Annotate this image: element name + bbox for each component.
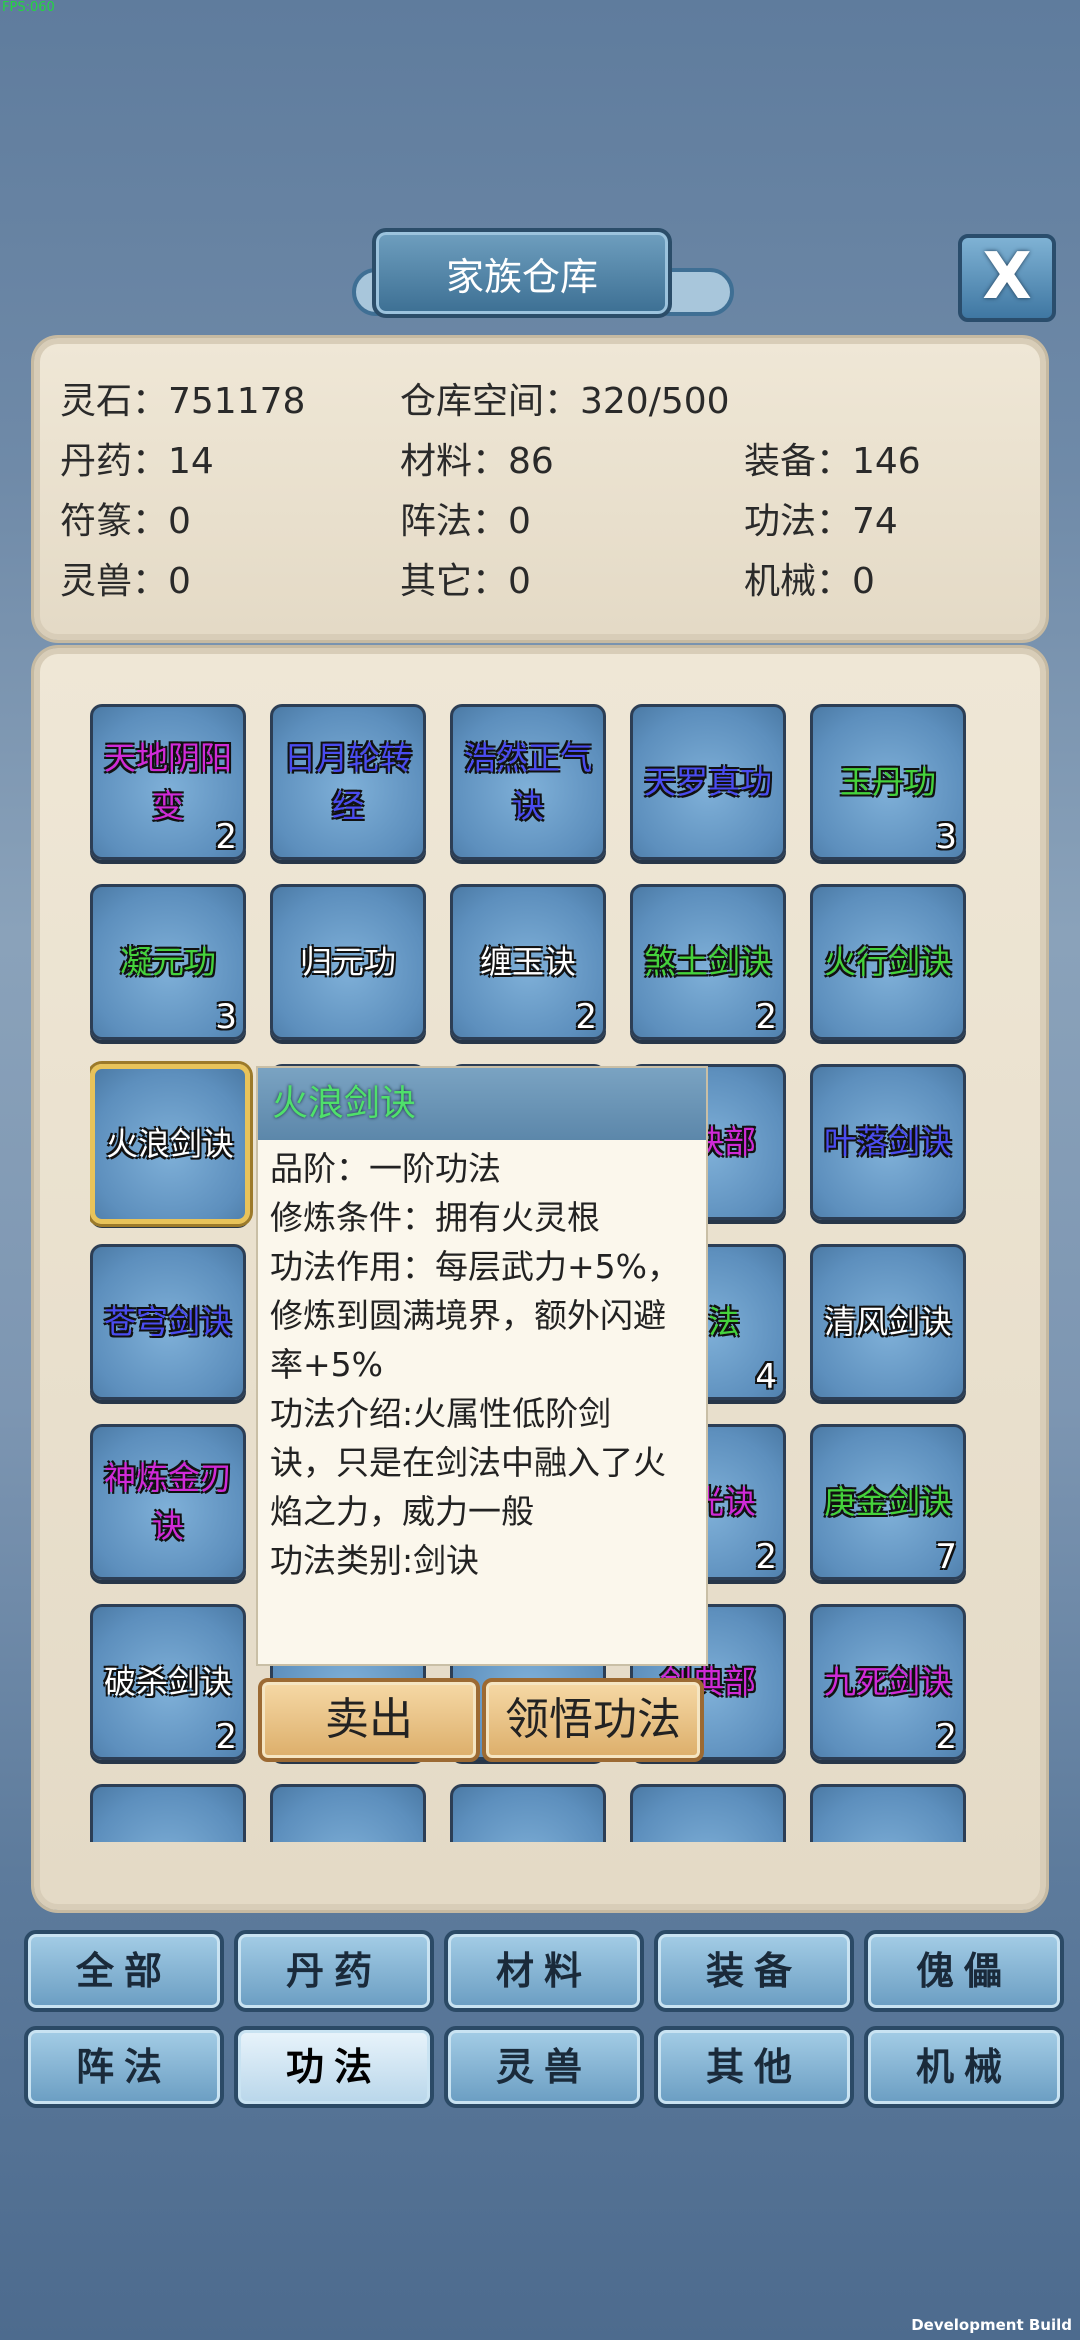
stat-cailiao: 材料：86 xyxy=(400,441,554,482)
item-slot[interactable]: 火浪剑诀 xyxy=(90,1064,250,1224)
stat-gongfa: 功法：74 xyxy=(744,501,898,542)
tooltip-line: 品阶：一阶功法 xyxy=(270,1149,501,1188)
item-slot[interactable]: 叶落剑诀 xyxy=(810,1064,966,1220)
tab-1[interactable]: 丹药 xyxy=(234,1930,434,2012)
tooltip-line: 修炼到圆满境界，额外闪避 xyxy=(270,1296,666,1335)
fps-counter: FPS:060 xyxy=(2,0,55,15)
item-name: 日月轮转经 xyxy=(283,739,412,825)
tooltip-line: 焰之力，威力一般 xyxy=(270,1492,534,1531)
stat-fuzhuan: 符篆：0 xyxy=(60,501,191,542)
item-name: 清风剑诀 xyxy=(823,1303,952,1341)
tab-3[interactable]: 装备 xyxy=(654,1930,854,2012)
item-count: 3 xyxy=(935,817,957,857)
item-count: 3 xyxy=(215,997,237,1037)
tab-7[interactable]: 灵兽 xyxy=(444,2026,644,2108)
item-slot[interactable]: 天地阴阳变 2 xyxy=(90,704,246,860)
item-count: 2 xyxy=(755,997,777,1037)
tooltip-line: 功法介绍:火属性低阶剑 xyxy=(270,1394,612,1433)
tooltip-line: 功法作用：每层武力+5%， xyxy=(270,1247,681,1286)
tab-6[interactable]: 功法 xyxy=(234,2026,434,2108)
item-name: 浩然正气诀 xyxy=(463,739,592,825)
item-count: 2 xyxy=(575,997,597,1037)
stat-jixie: 机械：0 xyxy=(744,561,875,602)
item-slot[interactable]: 煞土剑诀 2 xyxy=(630,884,786,1040)
stat-qita: 其它：0 xyxy=(400,561,531,602)
item-slot[interactable]: 浩然正气诀 xyxy=(450,704,606,860)
item-slot[interactable] xyxy=(450,1784,606,1842)
item-slot[interactable] xyxy=(630,1784,786,1842)
item-count: 2 xyxy=(215,1717,237,1757)
item-name: 叶落剑诀 xyxy=(823,1123,952,1161)
item-slot[interactable]: 日月轮转经 xyxy=(270,704,426,860)
stat-danyao: 丹药：14 xyxy=(60,441,214,482)
stat-zhenfa: 阵法：0 xyxy=(400,501,531,542)
tab-2[interactable]: 材料 xyxy=(444,1930,644,2012)
item-count: 2 xyxy=(755,1537,777,1577)
tooltip-line: 诀，只是在剑法中融入了火 xyxy=(270,1443,666,1482)
item-slot[interactable]: 苍穹剑诀 xyxy=(90,1244,246,1400)
item-slot[interactable] xyxy=(90,1784,246,1842)
item-count: 2 xyxy=(215,817,237,857)
tab-8[interactable]: 其他 xyxy=(654,2026,854,2108)
item-slot[interactable]: 神炼金刃诀 xyxy=(90,1424,246,1580)
tooltip-body: 品阶：一阶功法修炼条件：拥有火灵根功法作用：每层武力+5%， 修炼到圆满境界，额外… xyxy=(258,1140,706,1589)
tooltip-title: 火浪剑诀 xyxy=(258,1068,706,1140)
page-title: 家族仓库 xyxy=(372,228,672,318)
tab-4[interactable]: 傀儡 xyxy=(864,1930,1064,2012)
item-count: 4 xyxy=(755,1357,777,1397)
item-name xyxy=(453,1787,603,1842)
sell-button[interactable]: 卖出 xyxy=(258,1678,480,1762)
learn-skill-button[interactable]: 领悟功法 xyxy=(482,1678,704,1762)
item-slot[interactable]: 玉丹功 3 xyxy=(810,704,966,860)
item-slot[interactable]: 归元功 xyxy=(270,884,426,1040)
item-name xyxy=(633,1787,783,1842)
item-name: 火浪剑诀 xyxy=(105,1125,234,1163)
tab-9[interactable]: 机械 xyxy=(864,2026,1064,2108)
item-slot[interactable]: 天罗真功 xyxy=(630,704,786,860)
close-button[interactable]: X xyxy=(958,234,1056,322)
item-name: 青蒸剑诀 xyxy=(813,1787,963,1842)
item-name: 神炼金刃诀 xyxy=(103,1459,232,1545)
item-slot[interactable]: 火行剑诀 xyxy=(810,884,966,1040)
item-name xyxy=(93,1787,243,1842)
item-tooltip: 火浪剑诀 品阶：一阶功法修炼条件：拥有火灵根功法作用：每层武力+5%， 修炼到圆满… xyxy=(256,1066,708,1666)
item-count: 2 xyxy=(935,1717,957,1757)
item-name: 苍穹剑诀 xyxy=(103,1303,232,1341)
item-slot[interactable]: 破杀剑诀 2 xyxy=(90,1604,246,1760)
tooltip-line: 修炼条件：拥有火灵根 xyxy=(270,1198,600,1237)
stat-lingshi: 灵石：751178 xyxy=(60,381,306,422)
item-slot[interactable]: 庚金剑诀 7 xyxy=(810,1424,966,1580)
item-name: 天罗真功 xyxy=(643,763,772,801)
item-slot[interactable]: 凝元功 3 xyxy=(90,884,246,1040)
item-slot[interactable]: 缠玉诀 2 xyxy=(450,884,606,1040)
stat-zhuangbei: 装备：146 xyxy=(744,441,921,482)
tooltip-line: 率+5% xyxy=(270,1345,384,1384)
item-name xyxy=(273,1787,423,1842)
item-slot[interactable]: 青蒸剑诀 xyxy=(810,1784,966,1842)
stat-space: 仓库空间：320/500 xyxy=(400,381,730,422)
tooltip-line: 功法类别:剑诀 xyxy=(270,1541,480,1580)
tab-0[interactable]: 全部 xyxy=(24,1930,224,2012)
tab-5[interactable]: 阵法 xyxy=(24,2026,224,2108)
stat-lingshou: 灵兽：0 xyxy=(60,561,191,602)
dev-build-label: Development Build xyxy=(911,2316,1072,2334)
item-slot[interactable]: 清风剑诀 xyxy=(810,1244,966,1400)
item-count: 7 xyxy=(935,1537,957,1577)
item-slot[interactable]: 九死剑诀 2 xyxy=(810,1604,966,1760)
item-name: 归元功 xyxy=(299,943,396,981)
item-slot[interactable] xyxy=(270,1784,426,1842)
item-name: 火行剑诀 xyxy=(823,943,952,981)
